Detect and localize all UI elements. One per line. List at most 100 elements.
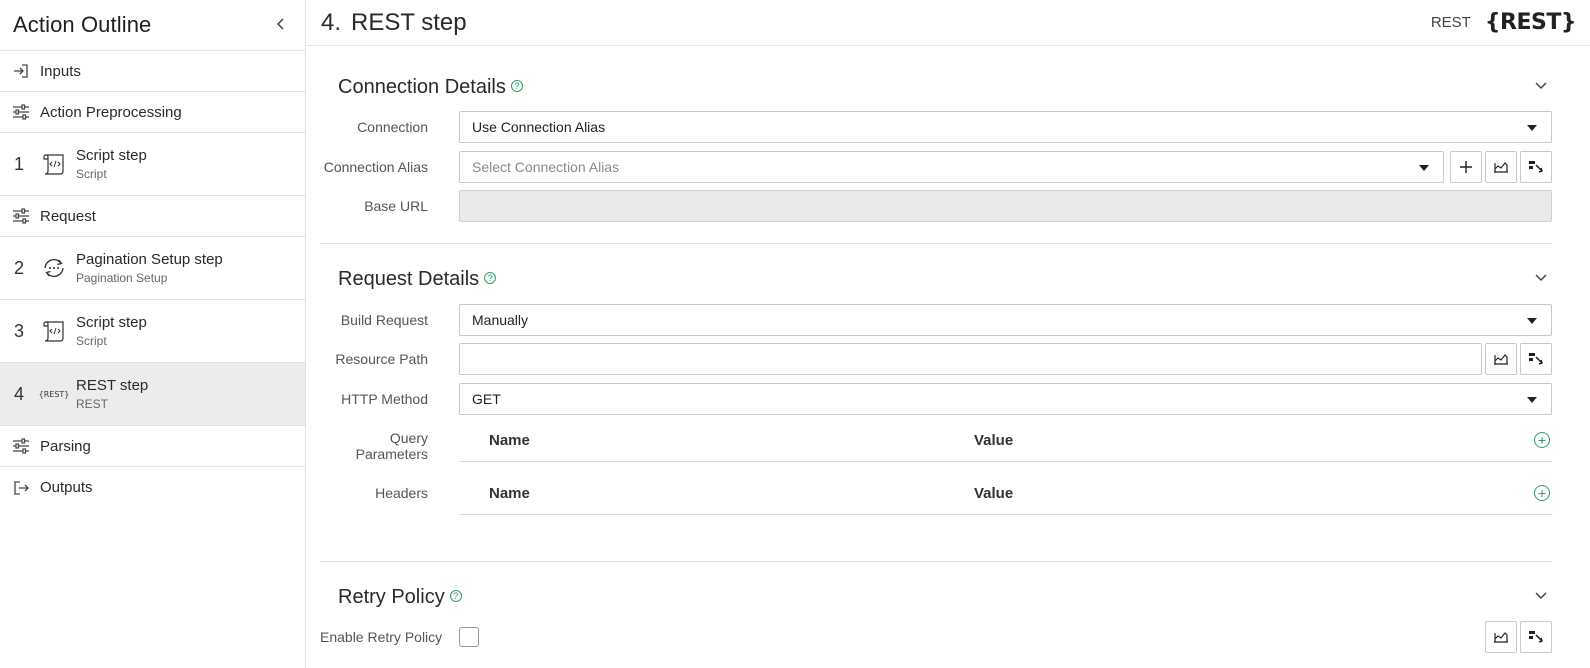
sidebar-item-outputs[interactable]: Outputs	[0, 467, 305, 508]
http-method-row: HTTP Method GET	[320, 383, 1552, 415]
query-parameters-row: Query Parameters Name Value +	[320, 422, 1552, 462]
collapse-chevron-down-icon[interactable]	[1534, 270, 1552, 288]
sidebar-item-label: Request	[40, 207, 96, 225]
sidebar-item-step-4-rest[interactable]: 4 {REST} REST step REST	[0, 363, 305, 426]
variable-picker-icon	[1529, 631, 1543, 643]
field-label: Build Request	[340, 312, 428, 328]
sidebar-item-label: Parsing	[40, 437, 91, 455]
dropdown-caret-icon	[1527, 318, 1537, 324]
add-header-plus-circle-icon[interactable]: +	[1534, 485, 1550, 501]
sliders-icon	[12, 207, 30, 225]
rest-icon: {REST}	[38, 389, 70, 399]
dropdown-caret-icon	[1527, 397, 1537, 403]
build-request-select[interactable]: Manually	[459, 304, 1552, 336]
field-label: Base URL	[364, 198, 428, 214]
collapse-sidebar-chevron-left-icon[interactable]	[271, 15, 291, 36]
chart-preview-icon	[1494, 162, 1508, 173]
connection-select[interactable]: Use Connection Alias	[459, 111, 1552, 143]
resource-path-row: Resource Path	[320, 343, 1552, 375]
step-type: Pagination Setup	[76, 271, 168, 285]
pagination-loop-icon	[40, 254, 68, 282]
variable-picker-button[interactable]	[1520, 151, 1552, 183]
sliders-icon	[12, 103, 30, 121]
retry-policy-section: Retry Policy? Enable Retry Policy	[320, 586, 1552, 666]
connection-alias-row: Connection Alias Select Connection Alias	[320, 151, 1552, 183]
preview-chart-button[interactable]	[1485, 621, 1517, 653]
chart-preview-icon	[1494, 632, 1508, 643]
column-header-name: Name	[489, 485, 530, 502]
step-number: 2	[14, 257, 25, 278]
resource-path-input[interactable]	[459, 343, 1482, 375]
script-scroll-icon	[40, 317, 68, 345]
sign-out-icon	[12, 479, 30, 497]
step-number: 1	[14, 153, 25, 174]
connection-row: Connection Use Connection Alias	[320, 111, 1552, 143]
step-number: 4	[14, 383, 25, 404]
step-type: REST	[76, 397, 109, 411]
base-url-row: Base URL	[320, 190, 1552, 222]
column-header-name: Name	[489, 432, 530, 449]
sidebar-item-step-1-script[interactable]: 1 Script step Script	[0, 133, 305, 196]
chart-preview-icon	[1494, 354, 1508, 365]
script-scroll-icon	[40, 150, 68, 178]
sidebar-item-step-3-script[interactable]: 3 Script step Script	[0, 300, 305, 363]
field-label: HTTP Method	[341, 391, 428, 407]
sidebar-item-request[interactable]: Request	[0, 196, 305, 237]
sliders-icon	[12, 437, 30, 455]
headers-table: Name Value +	[459, 475, 1552, 515]
query-parameters-table: Name Value +	[459, 422, 1552, 462]
step-title: REST step	[76, 377, 149, 394]
add-connection-alias-button[interactable]	[1450, 151, 1482, 183]
column-header-value: Value	[974, 485, 1014, 502]
column-header-value: Value	[974, 432, 1014, 449]
enable-retry-policy-row: Enable Retry Policy	[320, 621, 1552, 653]
step-header: 4. REST step REST {REST}	[306, 0, 1590, 46]
sidebar-header: Action Outline	[0, 0, 305, 50]
connection-details-section: Connection Details? Connection Use Conne…	[320, 76, 1552, 226]
sidebar-item-label: Outputs	[40, 479, 93, 496]
help-icon[interactable]: ?	[484, 271, 497, 284]
step-type-label: REST	[1430, 14, 1471, 31]
field-label: Headers	[375, 485, 428, 501]
preview-chart-button[interactable]	[1485, 343, 1517, 375]
step-title: Pagination Setup step	[76, 251, 223, 268]
step-title: REST step	[351, 8, 467, 36]
sidebar-item-action-preprocessing[interactable]: Action Preprocessing	[0, 92, 305, 133]
preview-chart-button[interactable]	[1485, 151, 1517, 183]
page-title: 4. REST step	[321, 9, 467, 37]
section-divider	[320, 243, 1552, 244]
collapse-chevron-down-icon[interactable]	[1534, 78, 1552, 96]
section-title: Retry Policy?	[338, 586, 462, 609]
variable-picker-button[interactable]	[1520, 621, 1552, 653]
help-icon[interactable]: ?	[449, 589, 462, 602]
field-label: Enable Retry Policy	[320, 629, 443, 645]
field-label: Resource Path	[335, 351, 428, 367]
sign-in-icon	[12, 62, 30, 80]
field-label: Connection Alias	[323, 159, 428, 175]
dropdown-caret-icon	[1527, 125, 1537, 131]
request-details-section: Request Details? Build Request Manually …	[320, 268, 1552, 518]
connection-alias-select[interactable]: Select Connection Alias	[459, 151, 1444, 183]
enable-retry-policy-checkbox[interactable]	[459, 627, 479, 647]
dropdown-caret-icon	[1419, 165, 1429, 171]
variable-picker-icon	[1529, 161, 1543, 173]
section-title: Request Details?	[338, 268, 497, 291]
sidebar-item-step-2-pagination-setup[interactable]: 2 Pagination Setup step Pagination Setup	[0, 237, 305, 300]
sidebar-item-inputs[interactable]: Inputs	[0, 51, 305, 92]
http-method-select[interactable]: GET	[459, 383, 1552, 415]
variable-picker-icon	[1529, 353, 1543, 365]
field-label: Query Parameters	[355, 430, 428, 462]
collapse-chevron-down-icon[interactable]	[1534, 588, 1552, 606]
sidebar-item-parsing[interactable]: Parsing	[0, 426, 305, 467]
help-icon[interactable]: ?	[510, 79, 523, 92]
headers-row: Headers Name Value +	[320, 475, 1552, 515]
base-url-input	[459, 190, 1552, 222]
section-divider	[320, 561, 1552, 562]
variable-picker-button[interactable]	[1520, 343, 1552, 375]
step-title: Script step	[76, 147, 147, 164]
add-query-parameter-plus-circle-icon[interactable]: +	[1534, 432, 1550, 448]
rest-logo-icon: {REST}	[1484, 10, 1577, 35]
step-editor: 4. REST step REST {REST} Connection Detai…	[306, 0, 1590, 668]
build-request-row: Build Request Manually	[320, 304, 1552, 336]
step-number: 3	[14, 320, 25, 341]
